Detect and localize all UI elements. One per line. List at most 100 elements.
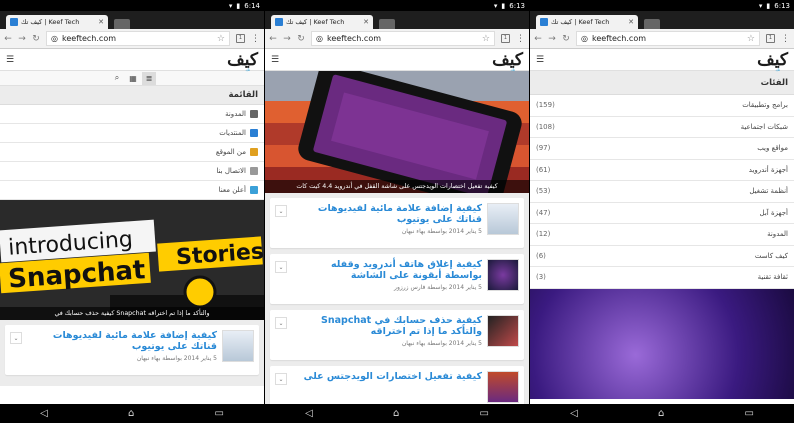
- category-item[interactable]: (3) ثقافة تقنية: [530, 267, 794, 289]
- chevron-down-icon[interactable]: ⌄: [275, 261, 287, 273]
- chevron-down-icon[interactable]: ⌄: [275, 317, 287, 329]
- site-header: ☰ كيف تك: [530, 49, 794, 72]
- recents-nav-icon[interactable]: ▭: [479, 408, 488, 419]
- logo-text: كيف: [492, 49, 523, 70]
- recents-nav-icon[interactable]: ▭: [744, 408, 753, 419]
- home-nav-icon[interactable]: ⌂: [128, 408, 134, 419]
- post-thumbnail[interactable]: [487, 371, 519, 403]
- back-icon[interactable]: ←: [4, 34, 12, 44]
- menu-item[interactable]: أعلن معنا: [0, 181, 264, 200]
- hamburger-icon[interactable]: ☰: [6, 55, 14, 65]
- site-logo[interactable]: كيف تك: [227, 50, 258, 72]
- post-thumbnail[interactable]: [222, 330, 254, 362]
- hamburger-icon[interactable]: ☰: [271, 55, 279, 65]
- forward-icon[interactable]: →: [18, 34, 26, 44]
- post-thumbnail[interactable]: [487, 315, 519, 347]
- category-item[interactable]: (53) أنظمة تشغيل: [530, 181, 794, 203]
- new-tab-button[interactable]: [114, 19, 130, 29]
- post-card[interactable]: ⌄ كيفية إضافة علامة مائية لفيديوهات قنات…: [5, 325, 259, 375]
- new-tab-button[interactable]: [379, 19, 395, 29]
- chevron-down-icon[interactable]: ⌄: [275, 205, 287, 217]
- browser-tab[interactable]: كيف تك | Keef Tech ✕: [6, 15, 108, 29]
- category-count: (61): [536, 165, 551, 174]
- url-field[interactable]: ◎ keeftech.com ☆: [576, 31, 760, 46]
- recents-nav-icon[interactable]: ▭: [214, 408, 223, 419]
- hero-featured-post[interactable]: كيفية تفعيل اختصارات الويدجتس على شاشة ا…: [265, 71, 529, 193]
- post-feed: ⌄ كيفية إضافة علامة مائية لفيديوهات قنات…: [0, 320, 264, 386]
- home-nav-icon[interactable]: ⌂: [393, 408, 399, 419]
- chevron-down-icon[interactable]: ⌄: [10, 332, 22, 344]
- url-text: keeftech.com: [326, 34, 382, 43]
- back-nav-icon[interactable]: ◁: [570, 408, 578, 419]
- back-nav-icon[interactable]: ◁: [305, 408, 313, 419]
- post-title[interactable]: كيفية حذف حسابك في Snapchat والتأكد ما إ…: [292, 315, 482, 337]
- post-title[interactable]: كيفية إغلاق هاتف أندرويد وقفله بواسطة أي…: [292, 259, 482, 281]
- bookmark-star-icon[interactable]: ☆: [747, 34, 755, 44]
- reload-icon[interactable]: ↻: [562, 34, 570, 44]
- bookmark-star-icon[interactable]: ☆: [482, 34, 490, 44]
- url-field[interactable]: ◎ keeftech.com ☆: [311, 31, 495, 46]
- post-thumbnail[interactable]: [487, 259, 519, 291]
- back-icon[interactable]: ←: [269, 34, 277, 44]
- forward-icon[interactable]: →: [548, 34, 556, 44]
- close-tab-icon[interactable]: ✕: [628, 18, 634, 26]
- category-item[interactable]: (159) برامج وتطبيقات: [530, 95, 794, 117]
- new-tab-button[interactable]: [644, 19, 660, 29]
- post-title[interactable]: كيفية إضافة علامة مائية لفيديوهات قناتك …: [292, 203, 482, 225]
- post-card[interactable]: ⌄ كيفية حذف حسابك في Snapchat والتأكد ما…: [270, 310, 524, 360]
- category-name: برامج وتطبيقات: [742, 101, 788, 110]
- site-logo[interactable]: كيف تك: [757, 50, 788, 72]
- close-tab-icon[interactable]: ✕: [363, 18, 369, 26]
- url-field[interactable]: ◎ keeftech.com ☆: [46, 31, 230, 46]
- globe-icon: ◎: [51, 34, 58, 43]
- status-bar: ▾ ▮ 6:13: [530, 0, 794, 11]
- category-item[interactable]: (12) المدونة: [530, 224, 794, 246]
- menu-item-icon: [250, 186, 258, 194]
- browser-tab[interactable]: كيف تك | Keef Tech ✕: [271, 15, 373, 29]
- bookmark-star-icon[interactable]: ☆: [217, 34, 225, 44]
- post-card[interactable]: ⌄ كيفية إضافة علامة مائية لفيديوهات قنات…: [270, 198, 524, 248]
- hero-featured-post[interactable]: introducing Snapchat Stories كيفية حذف ح…: [0, 200, 264, 320]
- post-title[interactable]: كيفية إضافة علامة مائية لفيديوهات قناتك …: [27, 330, 217, 352]
- menu-item[interactable]: من الموقع: [0, 143, 264, 162]
- android-nav-bar: ◁ ⌂ ▭: [265, 404, 529, 423]
- category-item[interactable]: (6) كيف كاست: [530, 246, 794, 267]
- category-item[interactable]: (108) شبكات اجتماعية: [530, 117, 794, 138]
- site-logo[interactable]: كيف تك: [492, 49, 523, 72]
- back-icon[interactable]: ←: [534, 34, 542, 44]
- phone-menu-view: ▾ ▮ 6:14 كيف تك | Keef Tech ✕ ← → ↻ ◎ ke…: [0, 0, 264, 423]
- home-nav-icon[interactable]: ⌂: [658, 408, 664, 419]
- forward-icon[interactable]: →: [283, 34, 291, 44]
- category-item[interactable]: (97) مواقع ويب: [530, 138, 794, 160]
- category-item[interactable]: (47) أجهزة آبل: [530, 203, 794, 224]
- back-nav-icon[interactable]: ◁: [40, 408, 48, 419]
- category-item[interactable]: (61) أجهزة أندرويد: [530, 160, 794, 181]
- menu-item[interactable]: الاتصال بنا: [0, 162, 264, 181]
- menu-item[interactable]: المنتديات: [0, 124, 264, 143]
- menu-item-label: المنتديات: [219, 129, 246, 137]
- post-meta: 5 يناير 2014 بواسطة فارس زرزور: [394, 284, 482, 291]
- tab-switcher-button[interactable]: 1: [501, 34, 510, 43]
- browser-menu-icon[interactable]: ⋮: [516, 34, 525, 44]
- chevron-down-icon[interactable]: ⌄: [275, 373, 287, 385]
- close-tab-icon[interactable]: ✕: [98, 18, 104, 26]
- wifi-icon: ▾: [758, 1, 763, 10]
- menu-item-label: الاتصال بنا: [216, 167, 246, 175]
- browser-menu-icon[interactable]: ⋮: [781, 34, 790, 44]
- reload-icon[interactable]: ↻: [297, 34, 305, 44]
- search-icon[interactable]: ⌕: [110, 72, 124, 85]
- hamburger-icon[interactable]: ☰: [536, 55, 544, 65]
- post-title[interactable]: كيفية تفعيل اختصارات الويدجتس على: [292, 371, 482, 382]
- list-view-icon[interactable]: ≣: [142, 71, 156, 85]
- reload-icon[interactable]: ↻: [32, 34, 40, 44]
- post-card[interactable]: ⌄ كيفية إغلاق هاتف أندرويد وقفله بواسطة …: [270, 254, 524, 304]
- browser-tab[interactable]: كيف تك | Keef Tech ✕: [536, 15, 638, 29]
- tab-switcher-button[interactable]: 1: [236, 34, 245, 43]
- menu-item[interactable]: المدونة: [0, 105, 264, 124]
- grid-view-icon[interactable]: ▦: [126, 72, 140, 85]
- browser-menu-icon[interactable]: ⋮: [251, 34, 260, 44]
- post-thumbnail[interactable]: [487, 203, 519, 235]
- menu-list: المدونة المنتديات من الموقع الاتصال بنا أعلن…: [0, 105, 264, 200]
- menu-item-icon: [250, 129, 258, 137]
- tab-switcher-button[interactable]: 1: [766, 34, 775, 43]
